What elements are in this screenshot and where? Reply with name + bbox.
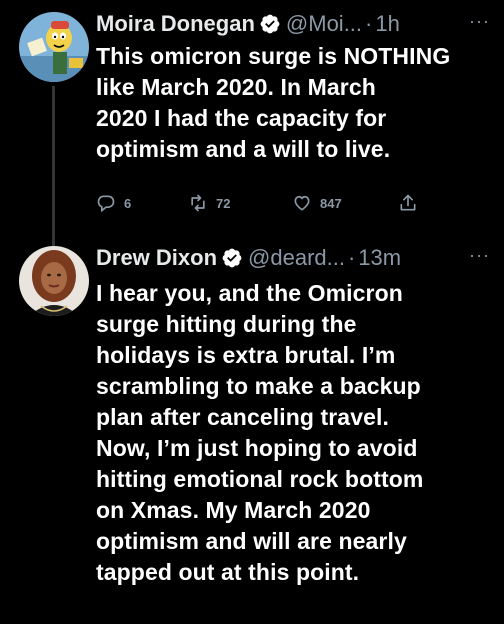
- reply-icon: [97, 195, 115, 213]
- timestamp[interactable]: 1h: [375, 10, 399, 38]
- retweet-icon: [191, 194, 205, 212]
- handle[interactable]: @Moi...: [286, 10, 362, 38]
- handle[interactable]: @deard...: [248, 244, 345, 272]
- like-button[interactable]: 847: [292, 193, 342, 213]
- reply-count: 6: [124, 195, 132, 211]
- display-name[interactable]: Moira Donegan: [96, 10, 255, 38]
- retweet-button[interactable]: 72: [188, 193, 230, 213]
- separator-dot: ·: [365, 11, 373, 36]
- retweet-count: 72: [216, 195, 231, 211]
- tweet-header: Moira Donegan @Moi... · 1h ···: [96, 10, 496, 38]
- tweet-actions: 6 72 847: [96, 193, 426, 217]
- more-options-icon[interactable]: ···: [469, 244, 490, 266]
- profile-photo-icon[interactable]: [19, 246, 89, 316]
- reply-button[interactable]: 6: [96, 193, 131, 213]
- tweet-text: I hear you, and the Omicron surge hittin…: [96, 280, 424, 585]
- tweet-drew-dixon[interactable]: Drew Dixon @deard... · 13m ··· I hear yo…: [0, 232, 504, 624]
- tweet-moira-donegan[interactable]: Moira Donegan @Moi... · 1h ··· This omic…: [0, 0, 504, 246]
- share-icon: [400, 194, 416, 211]
- more-options-icon[interactable]: ···: [469, 10, 490, 32]
- cartoon-avatar-icon[interactable]: [19, 12, 89, 82]
- share-button[interactable]: [398, 193, 426, 213]
- heart-icon: [294, 195, 310, 211]
- timestamp[interactable]: 13m: [358, 244, 401, 272]
- like-count: 847: [320, 195, 342, 211]
- tweet-text: This omicron surge is NOTHING like March…: [96, 43, 451, 162]
- separator-dot: ·: [347, 245, 356, 270]
- verified-badge-icon: [260, 14, 280, 34]
- thread-connector-line: [52, 86, 55, 246]
- verified-badge-icon: [222, 248, 242, 268]
- display-name[interactable]: Drew Dixon: [96, 244, 217, 272]
- tweet-header: Drew Dixon @deard... · 13m ···: [96, 244, 496, 272]
